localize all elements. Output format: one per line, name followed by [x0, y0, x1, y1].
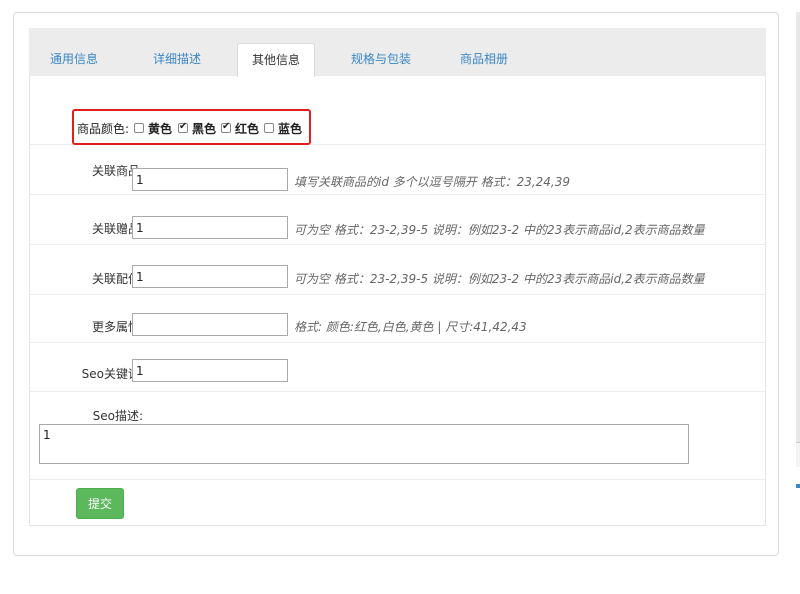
related-goods-input[interactable]	[132, 168, 288, 191]
seo-description-label: Seo描述:	[92, 409, 143, 423]
tab-product-album[interactable]: 商品相册	[449, 43, 519, 76]
color-row: 商品颜色: 黄色 黑色 红色 蓝色	[30, 76, 765, 145]
goods-edit-panel: 通用信息 详细描述 其他信息 规格与包装 商品相册 商品颜色: 黄色 黑色 红色…	[13, 12, 779, 556]
related-gifts-hint: 可为空 格式：23-2,39-5 说明：例如23-2 中的23表示商品id,2表…	[294, 223, 705, 237]
color-checkbox-red[interactable]	[221, 121, 231, 133]
side-window-edge	[796, 484, 800, 488]
more-attributes-input[interactable]	[132, 313, 288, 336]
side-window-edge	[796, 442, 800, 467]
color-label: 商品颜色:	[77, 122, 130, 136]
tab-general-info[interactable]: 通用信息	[39, 43, 109, 76]
color-option-group: 商品颜色: 黄色 黑色 红色 蓝色	[72, 109, 311, 145]
color-checkbox-blue[interactable]	[264, 123, 274, 133]
related-goods-hint: 填写关联商品的id 多个以逗号隔开 格式：23,24,39	[294, 175, 571, 189]
related-parts-hint: 可为空 格式：23-2,39-5 说明：例如23-2 中的23表示商品id,2表…	[294, 272, 705, 286]
related-parts-input[interactable]	[132, 265, 288, 288]
tab-other-info[interactable]: 其他信息	[237, 43, 315, 77]
color-option-label: 黑色	[192, 122, 217, 136]
side-window-edge	[796, 12, 800, 442]
more-attributes-row: 更多属性: 格式: 颜色:红色,白色,黄色 | 尺寸:41,42,43	[30, 294, 765, 343]
seo-keywords-input[interactable]	[132, 359, 288, 382]
submit-button[interactable]: 提交	[76, 488, 124, 519]
related-goods-row: 关联商品: 填写关联商品的id 多个以逗号隔开 格式：23,24,39	[30, 144, 765, 195]
color-option-label: 黄色	[148, 122, 173, 136]
color-option-label: 红色	[235, 122, 260, 136]
color-checkbox-black[interactable]	[178, 121, 188, 133]
color-option-label: 蓝色	[278, 122, 303, 136]
tab-detail-description[interactable]: 详细描述	[137, 43, 217, 76]
tab-bar: 通用信息 详细描述 其他信息 规格与包装 商品相册	[29, 28, 766, 77]
color-checkbox-yellow[interactable]	[134, 123, 144, 133]
more-attributes-hint: 格式: 颜色:红色,白色,黄色 | 尺寸:41,42,43	[294, 320, 527, 334]
related-gifts-input[interactable]	[132, 216, 288, 239]
related-gifts-row: 关联赠品: 可为空 格式：23-2,39-5 说明：例如23-2 中的23表示商…	[30, 194, 765, 245]
related-parts-row: 关联配件: 可为空 格式：23-2,39-5 说明：例如23-2 中的23表示商…	[30, 244, 765, 295]
other-info-form: 商品颜色: 黄色 黑色 红色 蓝色 关联商品: 填写关联商品的id 多个以逗号隔…	[29, 76, 766, 526]
seo-keywords-row: Seo关键词:	[30, 342, 765, 392]
seo-description-textarea[interactable]: 1	[39, 424, 689, 464]
tab-spec-packaging[interactable]: 规格与包装	[335, 43, 427, 76]
